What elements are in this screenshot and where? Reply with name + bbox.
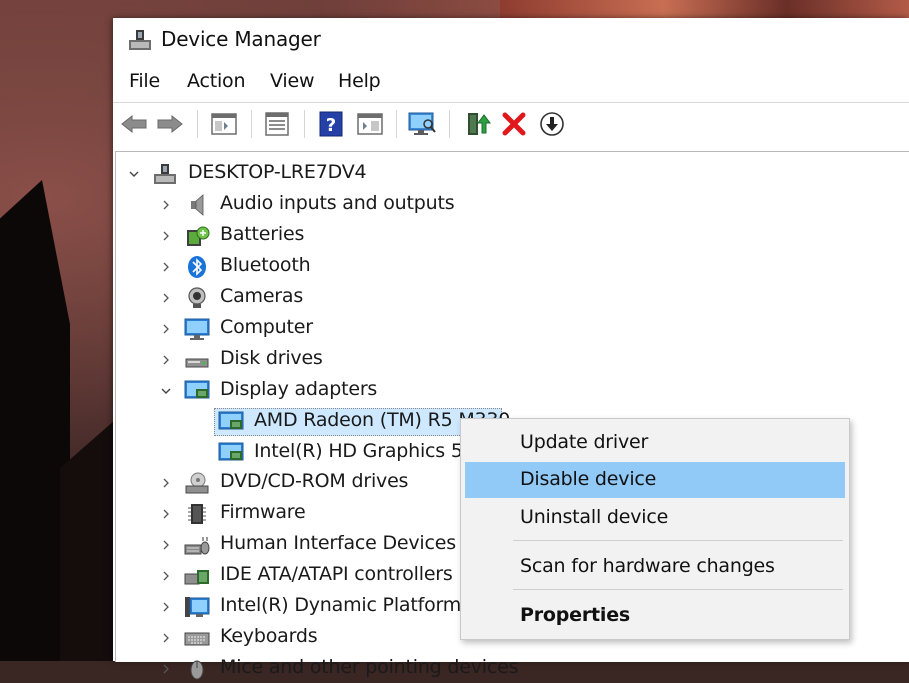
- ide-controller-icon: [184, 570, 209, 585]
- tree-item-label: DVD/CD-ROM drives: [220, 470, 409, 492]
- menu-item-label: Disable device: [520, 468, 657, 490]
- svg-text:?: ?: [326, 115, 336, 136]
- menu-item-uninstall-device[interactable]: Uninstall device: [461, 500, 849, 536]
- context-menu: Update driver Disable device Uninstall d…: [460, 418, 850, 640]
- chevron-right-icon[interactable]: [160, 632, 172, 644]
- tree-item-label: Firmware: [220, 501, 306, 523]
- display-adapter-icon: [218, 442, 244, 461]
- platform-monitor-icon: [185, 597, 210, 617]
- menu-separator: [513, 540, 843, 541]
- tree-item-computer[interactable]: Computer: [116, 315, 716, 343]
- menu-item-label: Properties: [520, 604, 630, 626]
- tree-item-audio[interactable]: Audio inputs and outputs: [116, 191, 716, 219]
- menu-item-label: Scan for hardware changes: [520, 555, 775, 577]
- toolbar-divider: [396, 110, 397, 138]
- menu-item-update-driver[interactable]: Update driver: [461, 425, 849, 461]
- chevron-right-icon[interactable]: [160, 539, 172, 551]
- menu-separator: [513, 589, 843, 590]
- chevron-down-icon[interactable]: [128, 168, 140, 180]
- tree-item-label: Batteries: [220, 223, 305, 245]
- chevron-down-icon[interactable]: [160, 385, 172, 397]
- tree-item-label: Intel(R) Dynamic Platform a: [220, 594, 479, 616]
- tree-item-bluetooth[interactable]: Bluetooth: [116, 253, 716, 281]
- firmware-chip-icon: [188, 504, 206, 524]
- toolbar-divider: [251, 110, 252, 138]
- chevron-right-icon[interactable]: [160, 508, 172, 520]
- chevron-right-icon[interactable]: [160, 261, 172, 273]
- tree-item-mice[interactable]: Mice and other pointing devices: [116, 655, 716, 683]
- toolbar: ?: [113, 104, 909, 144]
- menu-item-scan-hardware[interactable]: Scan for hardware changes: [461, 549, 849, 585]
- tree-item-batteries[interactable]: Batteries: [116, 222, 716, 250]
- toolbar-divider: [304, 110, 305, 138]
- display-adapter-icon: [218, 411, 244, 430]
- chevron-right-icon[interactable]: [160, 477, 172, 489]
- show-hide-console-tree-icon[interactable]: [209, 109, 239, 139]
- chevron-right-icon[interactable]: [160, 199, 172, 211]
- forward-arrow-icon[interactable]: [155, 109, 185, 139]
- wallpaper-shape: [500, 0, 909, 18]
- tree-item-cameras[interactable]: Cameras: [116, 284, 716, 312]
- menu-bar: File Action View Help: [113, 70, 909, 100]
- battery-icon: [187, 226, 210, 246]
- help-icon[interactable]: ?: [316, 109, 346, 139]
- menu-item-properties[interactable]: Properties: [461, 598, 849, 634]
- hid-icon: [184, 537, 210, 555]
- tree-root[interactable]: DESKTOP-LRE7DV4: [116, 160, 716, 188]
- tree-item-label: Audio inputs and outputs: [220, 192, 455, 214]
- computer-desktop-icon: [154, 164, 176, 184]
- back-arrow-icon[interactable]: [119, 109, 149, 139]
- tree-item-label: IDE ATA/ATAPI controllers: [220, 563, 453, 585]
- chevron-right-icon[interactable]: [160, 570, 172, 582]
- camera-icon: [188, 287, 206, 308]
- toolbar-divider: [197, 110, 198, 138]
- menu-action[interactable]: Action: [187, 70, 246, 92]
- tree-item-label: Human Interface Devices: [220, 532, 456, 554]
- tree-item-label: Disk drives: [220, 347, 323, 369]
- speaker-icon: [191, 194, 204, 216]
- disk-drive-icon: [185, 358, 209, 368]
- computer-name: DESKTOP-LRE7DV4: [188, 161, 367, 183]
- action-pane-icon[interactable]: [355, 109, 385, 139]
- scan-monitor-icon[interactable]: [407, 109, 437, 139]
- chevron-right-icon[interactable]: [160, 354, 172, 366]
- uninstall-x-icon[interactable]: [499, 109, 529, 139]
- dvd-drive-icon: [185, 472, 209, 494]
- menu-item-label: Uninstall device: [520, 506, 669, 528]
- chevron-right-icon[interactable]: [160, 230, 172, 242]
- tree-item-label: Keyboards: [220, 625, 318, 647]
- tree-item-label: Cameras: [220, 285, 304, 307]
- menu-help[interactable]: Help: [338, 70, 381, 92]
- tree-item-disk-drives[interactable]: Disk drives: [116, 346, 716, 374]
- chevron-right-icon[interactable]: [160, 323, 172, 335]
- menu-file[interactable]: File: [129, 70, 160, 92]
- toolbar-divider: [449, 110, 450, 138]
- device-manager-app-icon: [129, 30, 151, 50]
- bluetooth-icon: [188, 256, 206, 278]
- keyboard-icon: [184, 632, 210, 646]
- computer-monitor-icon: [184, 318, 210, 340]
- menu-item-label: Update driver: [520, 431, 649, 453]
- chevron-right-icon[interactable]: [160, 601, 172, 613]
- menu-view[interactable]: View: [270, 70, 314, 92]
- tree-item-label: Bluetooth: [220, 254, 311, 276]
- tree-item-display-adapters[interactable]: Display adapters: [116, 377, 716, 405]
- chevron-right-icon[interactable]: [160, 292, 172, 304]
- tree-item-label: Computer: [220, 316, 313, 338]
- tree-item-label: Mice and other pointing devices: [220, 656, 519, 678]
- tree-item-label: Intel(R) HD Graphics 520: [254, 440, 487, 462]
- display-adapter-icon: [184, 380, 210, 399]
- tree-item-label: Display adapters: [220, 378, 378, 400]
- window-title: Device Manager: [161, 27, 321, 51]
- chevron-right-icon[interactable]: [160, 663, 172, 675]
- title-bar[interactable]: Device Manager: [113, 18, 909, 62]
- properties-icon[interactable]: [262, 109, 292, 139]
- menu-item-disable-device[interactable]: Disable device: [461, 462, 849, 498]
- disable-down-arrow-icon[interactable]: [537, 109, 567, 139]
- menu-divider: [113, 102, 909, 103]
- update-driver-icon[interactable]: [462, 109, 492, 139]
